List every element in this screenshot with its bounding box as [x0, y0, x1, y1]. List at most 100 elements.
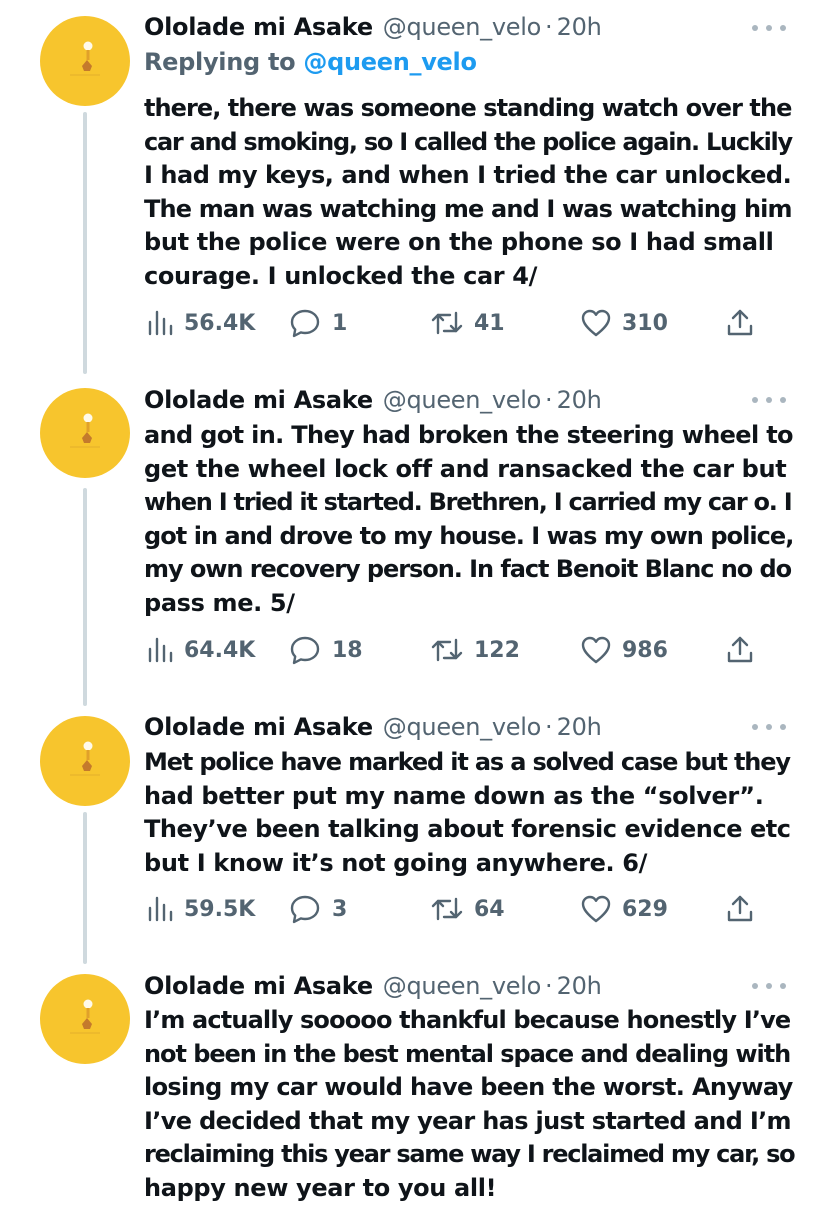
author-name[interactable]: Ololade mi Asake	[144, 386, 373, 414]
reply-button[interactable]: 1	[288, 303, 347, 343]
avatar[interactable]	[40, 16, 130, 106]
retweet-button[interactable]: 122	[430, 630, 520, 670]
views-button[interactable]: 64.4K	[146, 630, 255, 670]
avatar[interactable]	[40, 716, 130, 806]
tweet-text-line: Met police have marked it as a solved ca…	[144, 748, 791, 776]
timestamp[interactable]: 20h	[557, 972, 602, 1000]
tweet-text-line: had better put my name down as the “solv…	[144, 781, 764, 810]
share-button[interactable]	[724, 630, 756, 670]
reply-icon	[290, 895, 320, 924]
tweet-thread: Ololade mi Asake @queen_velo · 20h Reply…	[0, 0, 828, 1217]
tweet-text-line: They’ve been talking about forensic evid…	[144, 815, 791, 843]
reply-icon	[290, 309, 320, 338]
tweet-text-line: pass me. 5/	[144, 588, 295, 617]
retweet-icon	[431, 897, 463, 921]
tweet-text-line: and got in. They had broken the steering…	[144, 421, 794, 449]
tweet-text-line: there, there was someone standing watch …	[144, 94, 792, 122]
retweet-count: 64	[474, 896, 505, 922]
views-icon	[148, 310, 173, 336]
tweet[interactable]: Ololade mi Asake @queen_velo · 20h and g…	[0, 370, 828, 700]
views-icon	[148, 637, 173, 663]
avatar[interactable]	[40, 974, 130, 1064]
tweet-text-line: get the wheel lock off and ransacked the…	[144, 454, 787, 483]
tweet-header: Ololade mi Asake @queen_velo · 20h	[144, 710, 602, 744]
like-count: 629	[622, 896, 668, 922]
dot-separator: ·	[545, 13, 553, 41]
views-button[interactable]: 56.4K	[146, 303, 255, 343]
views-icon	[148, 896, 173, 922]
share-icon	[727, 309, 753, 336]
tweet-actions: 64.4K 18 122 986	[144, 630, 784, 670]
views-count: 59.5K	[184, 896, 256, 922]
author-handle[interactable]: @queen_velo	[383, 386, 542, 414]
tweet-actions: 59.5K 3 64 629	[144, 889, 784, 929]
tweet[interactable]: Ololade mi Asake @queen_velo · 20h Reply…	[0, 0, 828, 370]
like-button[interactable]: 986	[580, 630, 668, 670]
heart-icon	[581, 636, 611, 664]
tweet-text-line: when I tried it started. Brethren, I car…	[144, 488, 793, 516]
views-count: 56.4K	[184, 310, 256, 336]
author-handle[interactable]: @queen_velo	[383, 972, 542, 1000]
tweet-text: Met police have marked it as a solved ca…	[144, 746, 794, 880]
share-icon	[727, 636, 753, 663]
author-name[interactable]: Ololade mi Asake	[144, 713, 373, 741]
tweet-text: I’m actually sooooo thankful because hon…	[144, 1004, 796, 1205]
tweet-text-line: got in and drove to my house. I was my o…	[144, 521, 794, 550]
more-options-icon[interactable]	[752, 18, 786, 38]
retweet-count: 122	[474, 637, 520, 663]
replying-to-label: Replying to	[144, 48, 296, 76]
author-handle[interactable]: @queen_velo	[383, 713, 542, 741]
author-name[interactable]: Ololade mi Asake	[144, 972, 373, 1000]
avatar[interactable]	[40, 388, 130, 478]
views-button[interactable]: 59.5K	[146, 889, 255, 929]
tweet[interactable]: Ololade mi Asake @queen_velo · 20h Met p…	[0, 700, 828, 962]
tweet-text-line: I’ve decided that my year has just start…	[144, 1106, 792, 1135]
dot-separator: ·	[545, 713, 553, 741]
share-button[interactable]	[724, 889, 756, 929]
timestamp[interactable]: 20h	[557, 13, 602, 41]
more-options-icon[interactable]	[752, 717, 786, 737]
tweet[interactable]: Ololade mi Asake @queen_velo · 20h I’m a…	[0, 962, 828, 1217]
like-button[interactable]: 629	[580, 889, 668, 929]
share-button[interactable]	[724, 303, 756, 343]
tweet-text-line: courage. I unlocked the car 4/	[144, 261, 538, 290]
retweet-button[interactable]: 64	[430, 889, 505, 929]
retweet-count: 41	[474, 310, 505, 336]
tweet-actions: 56.4K 1 41 310	[144, 303, 784, 343]
tweet-header: Ololade mi Asake @queen_velo · 20h	[144, 10, 602, 44]
reply-mention-link[interactable]: @queen_velo	[303, 48, 477, 76]
more-options-icon[interactable]	[752, 390, 786, 410]
tweet-text-line: car and smoking, so I called the police …	[144, 127, 793, 156]
timestamp[interactable]: 20h	[557, 713, 602, 741]
tweet-text-line: my own recovery person. In fact Benoit B…	[144, 555, 792, 583]
reply-button[interactable]: 3	[288, 889, 347, 929]
like-button[interactable]: 310	[580, 303, 668, 343]
tweet-header: Ololade mi Asake @queen_velo · 20h	[144, 969, 602, 1003]
retweet-button[interactable]: 41	[430, 303, 505, 343]
dot-separator: ·	[545, 386, 553, 414]
tweet-header: Ololade mi Asake @queen_velo · 20h	[144, 383, 602, 417]
tweet-text-line: not been in the best mental space and de…	[144, 1039, 791, 1068]
heart-icon	[581, 309, 611, 337]
tweet-text-line: I’m actually sooooo thankful because hon…	[144, 1006, 791, 1034]
tweet-text-line: I had my keys, and when I tried the car …	[144, 161, 792, 189]
tweet-text-line: happy new year to you all!	[144, 1173, 497, 1202]
tweet-text-line: but the police were on the phone so I ha…	[144, 228, 774, 256]
tweet-text-line: The man was watching me and I was watchi…	[144, 194, 793, 223]
author-name[interactable]: Ololade mi Asake	[144, 13, 373, 41]
heart-icon	[581, 895, 611, 923]
views-count: 64.4K	[184, 637, 256, 663]
like-count: 310	[622, 310, 668, 336]
retweet-icon	[431, 311, 463, 335]
author-handle[interactable]: @queen_velo	[383, 13, 542, 41]
more-options-icon[interactable]	[752, 976, 786, 996]
reply-button[interactable]: 18	[288, 630, 363, 670]
reply-count: 18	[332, 637, 363, 663]
tweet-text-line: reclaiming this year same way I reclaime…	[144, 1140, 796, 1168]
tweet-text-line: losing my car would have been the worst.…	[144, 1073, 793, 1101]
dot-separator: ·	[545, 972, 553, 1000]
reply-count: 3	[332, 896, 348, 922]
timestamp[interactable]: 20h	[557, 386, 602, 414]
tweet-text-line: but I know it’s not going anywhere. 6/	[144, 848, 648, 877]
retweet-icon	[431, 638, 463, 662]
